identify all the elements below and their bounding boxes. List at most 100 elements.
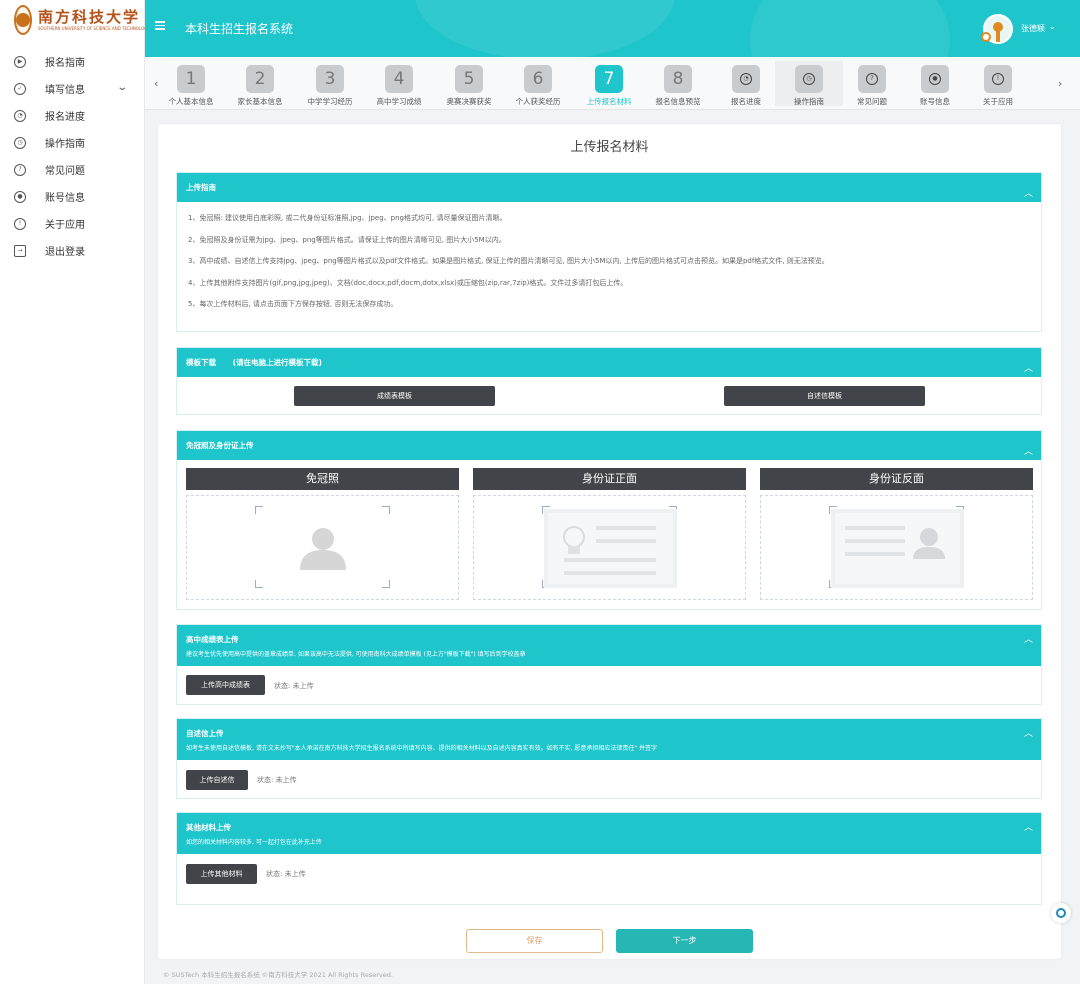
step-badge: ? — [858, 65, 886, 93]
gauge-icon: ◔ — [14, 109, 26, 122]
hamburger-menu-icon[interactable] — [155, 19, 165, 39]
chevron-up-icon[interactable]: ︿ — [1024, 180, 1033, 209]
step-badge: ● — [921, 65, 949, 93]
step-olympiad-awards[interactable]: 5 奥赛决赛获奖 — [435, 65, 503, 107]
logo-seal-icon — [14, 5, 32, 35]
sidebar-item-fill-info[interactable]: ✓ 填写信息 ⌄ — [0, 75, 144, 102]
step-parent-info[interactable]: 2 家长基本信息 — [226, 65, 294, 107]
section-header[interactable]: 免冠照及身份证上传 ︿ — [177, 431, 1041, 460]
step-navigation: ‹ 1 个人基本信息 2 家长基本信息 3 中学学习经历 4 高中学习成绩 5 … — [145, 57, 1080, 110]
step-personal-info[interactable]: 1 个人基本信息 — [157, 65, 225, 107]
step-about[interactable]: ! 关于应用 — [964, 65, 1032, 107]
logo-name-cn: 南方科技大学 — [38, 7, 141, 26]
upload-other-button[interactable]: 上传其他材料 — [186, 864, 257, 884]
sidebar-item-label: 常见问题 — [45, 166, 85, 177]
step-personal-awards[interactable]: 6 个人获奖经历 — [504, 65, 572, 107]
section-hint: 建议考生优先使用高中提供的盖章成绩单, 如果该高中无法提供, 可使用南科大成绩单… — [186, 651, 526, 658]
upload-score-button[interactable]: 上传高中成绩表 — [186, 675, 265, 695]
avatar-status-dot — [981, 32, 991, 42]
step-label: 个人基本信息 — [168, 97, 214, 106]
sidebar: 南方科技大学 SOUTHERN UNIVERSITY OF SCIENCE AN… — [0, 0, 150, 984]
check-circle-icon: ✓ — [14, 82, 26, 95]
step-label: 常见问题 — [857, 97, 887, 106]
system-title: 本科生招生报名系统 — [185, 22, 294, 36]
user-name[interactable]: 张德颖 — [1021, 23, 1045, 34]
guide-line: 2、免冠照及身份证需为jpg、jpeg、png等图片格式。请保证上传的图片清晰可… — [188, 235, 506, 244]
section-title: 自述信上传 — [186, 729, 224, 738]
step-account[interactable]: ● 账号信息 — [901, 65, 969, 107]
photo-upload-box[interactable] — [186, 495, 459, 600]
chevron-up-icon[interactable]: ︿ — [1024, 820, 1033, 833]
sidebar-item-guide[interactable]: ▶ 报名指南 — [0, 48, 144, 75]
next-step-button[interactable]: 下一步 — [616, 929, 753, 953]
upload-letter-button[interactable]: 上传自述信 — [186, 770, 248, 790]
person-placeholder-icon — [300, 528, 346, 570]
chevron-down-icon: ⌄ — [115, 82, 128, 93]
step-label: 关于应用 — [983, 97, 1013, 106]
step-operation-guide[interactable]: ◷ 操作指南 — [775, 61, 843, 106]
sidebar-item-label: 报名进度 — [45, 112, 85, 123]
step-label: 操作指南 — [794, 97, 824, 106]
section-header[interactable]: 高中成绩表上传 建议考生优先使用高中提供的盖章成绩单, 如果该高中无法提供, 可… — [177, 625, 1041, 666]
section-header[interactable]: 自述信上传 如考生未使用自述信模板, 请在文末抄写"本人承诺在南方科技大学招生报… — [177, 719, 1041, 760]
university-logo[interactable]: 南方科技大学 SOUTHERN UNIVERSITY OF SCIENCE AN… — [0, 2, 150, 38]
section-header[interactable]: 上传指南 ︿ — [177, 173, 1041, 202]
step-badge: 6 — [524, 65, 552, 93]
step-upload-materials[interactable]: 7 上传报名材料 — [575, 65, 643, 107]
id-back-upload-title: 身份证反面 — [760, 468, 1033, 490]
sidebar-item-logout[interactable]: → 退出登录 — [0, 237, 144, 264]
id-photo-section: 免冠照及身份证上传 ︿ 免冠照 身份证正面 身份证反面 — [176, 430, 1042, 610]
section-note: (请在电脑上进行模板下载) — [232, 358, 322, 367]
step-high-school-scores[interactable]: 4 高中学习成绩 — [365, 65, 433, 107]
section-header[interactable]: 模板下载 (请在电脑上进行模板下载) ︿ — [177, 348, 1041, 377]
sidebar-item-account[interactable]: ● 账号信息 — [0, 183, 144, 210]
sidebar-item-operation-guide[interactable]: ◷ 操作指南 — [0, 129, 144, 156]
clock-icon: ◷ — [14, 136, 26, 149]
play-circle-icon: ▶ — [14, 55, 26, 68]
save-button[interactable]: 保存 — [466, 929, 603, 953]
sidebar-item-faq[interactable]: ? 常见问题 — [0, 156, 144, 183]
sidebar-item-progress[interactable]: ◔ 报名进度 — [0, 102, 144, 129]
sidebar-item-label: 退出登录 — [45, 247, 85, 258]
chevron-down-icon[interactable]: ⌄ — [1049, 22, 1056, 31]
id-front-upload-box[interactable] — [473, 495, 746, 600]
footer-copyright: © SUSTech 本科生招生报名系统 ©南方科技大学 2021 All Rig… — [163, 971, 393, 979]
chevron-up-icon[interactable]: ︿ — [1024, 726, 1033, 739]
chevron-up-icon[interactable]: ︿ — [1024, 355, 1033, 384]
user-circle-icon: ● — [929, 73, 941, 85]
step-label: 中学学习经历 — [307, 97, 353, 106]
step-label: 上传报名材料 — [586, 97, 632, 106]
letter-template-button[interactable]: 自述信模板 — [724, 386, 925, 406]
step-label: 奥赛决赛获奖 — [446, 97, 492, 106]
info-circle-icon: ! — [992, 73, 1004, 85]
chevron-up-icon[interactable]: ︿ — [1024, 632, 1033, 645]
question-circle-icon: ? — [14, 163, 26, 176]
step-label: 账号信息 — [920, 97, 950, 106]
score-template-button[interactable]: 成绩表模板 — [294, 386, 495, 406]
id-back-upload-box[interactable] — [760, 495, 1033, 600]
sidebar-item-label: 填写信息 — [45, 85, 85, 96]
step-preview[interactable]: 8 报名信息预览 — [644, 65, 712, 107]
section-header[interactable]: 其他材料上传 如您的相关材料内容较多, 可一起打包在此补充上传 ︿ — [177, 813, 1041, 854]
logo-name-en: SOUTHERN UNIVERSITY OF SCIENCE AND TECHN… — [38, 25, 150, 31]
floating-help-icon[interactable] — [1051, 903, 1071, 923]
sidebar-item-label: 关于应用 — [45, 220, 85, 231]
section-title: 其他材料上传 — [186, 823, 231, 832]
step-faq[interactable]: ? 常见问题 — [838, 65, 906, 107]
info-circle-icon: ! — [14, 217, 26, 230]
sidebar-item-label: 账号信息 — [45, 193, 85, 204]
chevron-right-icon[interactable]: › — [1058, 77, 1062, 90]
page-title: 上传报名材料 — [570, 140, 649, 155]
letter-upload-section: 自述信上传 如考生未使用自述信模板, 请在文末抄写"本人承诺在南方科技大学招生报… — [176, 718, 1042, 799]
step-badge: ◷ — [795, 65, 823, 93]
step-progress[interactable]: ◔ 报名进度 — [712, 65, 780, 107]
score-upload-status: 状态: 未上传 — [274, 682, 314, 690]
section-hint: 如您的相关材料内容较多, 可一起打包在此补充上传 — [186, 839, 322, 846]
user-circle-icon: ● — [14, 190, 26, 203]
step-label: 报名信息预览 — [655, 97, 701, 106]
step-label: 个人获奖经历 — [515, 97, 561, 106]
sidebar-item-about[interactable]: ! 关于应用 — [0, 210, 144, 237]
section-title: 免冠照及身份证上传 — [186, 441, 254, 450]
guide-line: 5、每次上传材料后, 请点击页面下方保存按钮, 否则无法保存成功。 — [188, 300, 398, 308]
step-middle-school[interactable]: 3 中学学习经历 — [296, 65, 364, 107]
